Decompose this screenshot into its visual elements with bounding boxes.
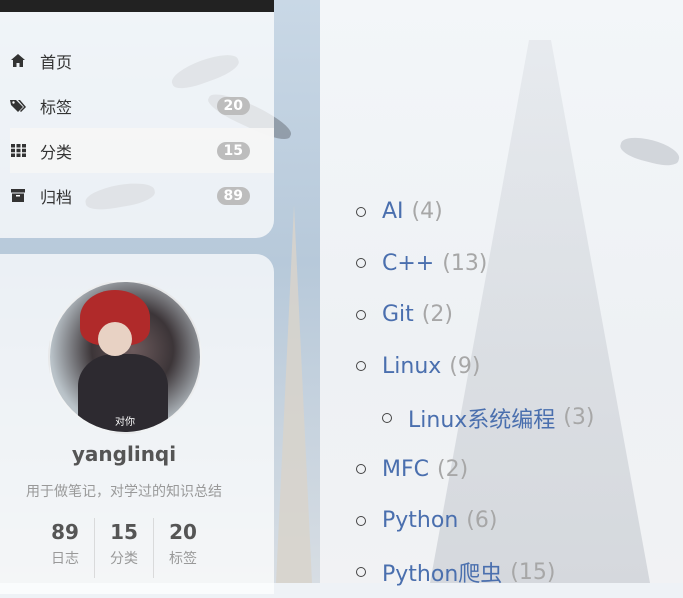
category-item: C++ (13) <box>356 238 594 290</box>
grid-icon <box>10 143 26 159</box>
author-name: yanglinqi <box>0 442 248 466</box>
category-link[interactable]: Linux <box>382 354 441 379</box>
avatar[interactable]: 对你 <box>48 280 202 434</box>
category-link[interactable]: Python <box>382 508 458 533</box>
bullet-icon <box>356 310 366 320</box>
spire-illustration <box>276 205 312 583</box>
subcategory-item: Linux系统编程 (3) <box>356 392 594 444</box>
archive-icon <box>10 188 26 204</box>
bullet-icon <box>356 258 366 268</box>
category-item: Python (6) <box>356 495 594 547</box>
category-count: (3) <box>563 405 594 430</box>
category-count: (2) <box>437 457 468 482</box>
category-count: (13) <box>442 251 487 276</box>
site-stats: 89 日志 15 分类 20 标签 <box>36 518 216 578</box>
category-link[interactable]: C++ <box>382 251 434 276</box>
stat-count: 89 <box>36 518 94 546</box>
bullet-icon <box>356 361 366 371</box>
category-list: AI (4) C++ (13) Git (2) Linux (9) Linux系… <box>356 186 594 598</box>
avatar-art <box>98 322 132 356</box>
menu-label: 分类 <box>40 139 217 163</box>
category-count: (4) <box>412 199 443 224</box>
home-icon <box>10 53 26 69</box>
bullet-icon <box>356 207 366 217</box>
category-item: Linux (9) <box>356 341 594 393</box>
category-item: MFC (2) <box>356 444 594 496</box>
stat-label: 标签 <box>154 548 212 568</box>
bullet-icon <box>356 567 366 577</box>
avatar-caption: 对你 <box>50 413 200 428</box>
menu-label: 标签 <box>40 94 217 118</box>
menu-item-archives[interactable]: 归档 89 <box>10 173 274 218</box>
stat-count: 15 <box>95 518 153 546</box>
category-count: (15) <box>510 560 555 585</box>
category-item: Git (2) <box>356 289 594 341</box>
category-item: Python爬虫 (15) <box>356 547 594 598</box>
tags-icon <box>10 98 26 114</box>
count-badge: 15 <box>217 142 250 160</box>
category-link[interactable]: Python爬虫 <box>382 556 502 588</box>
stat-posts[interactable]: 89 日志 <box>36 518 94 578</box>
category-item: AI (4) <box>356 186 594 238</box>
author-description: 用于做笔记，对学过的知识总结 <box>0 481 248 501</box>
menu-label: 首页 <box>40 49 274 73</box>
category-link[interactable]: MFC <box>382 457 429 482</box>
stat-tags[interactable]: 20 标签 <box>153 518 212 578</box>
category-link[interactable]: Git <box>382 302 414 327</box>
category-count: (2) <box>422 302 453 327</box>
category-link[interactable]: AI <box>382 199 404 224</box>
bullet-icon <box>356 516 366 526</box>
stat-count: 20 <box>154 518 212 546</box>
stat-label: 分类 <box>95 548 153 568</box>
count-badge: 20 <box>217 97 250 115</box>
count-badge: 89 <box>217 187 250 205</box>
bullet-icon <box>382 413 392 423</box>
menu-item-categories[interactable]: 分类 15 <box>10 128 274 173</box>
menu-item-tags[interactable]: 标签 20 <box>10 83 274 128</box>
stat-label: 日志 <box>36 548 94 568</box>
category-count: (6) <box>466 508 497 533</box>
category-link[interactable]: Linux系统编程 <box>408 402 555 434</box>
category-count: (9) <box>449 354 480 379</box>
stat-categories[interactable]: 15 分类 <box>94 518 153 578</box>
menu-label: 归档 <box>40 184 217 208</box>
top-bar <box>0 0 274 12</box>
menu-item-home[interactable]: 首页 <box>10 38 274 83</box>
bullet-icon <box>356 464 366 474</box>
